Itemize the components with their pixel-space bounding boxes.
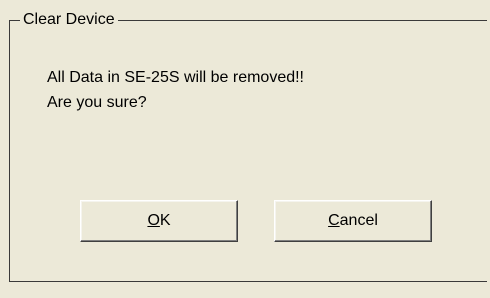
clear-device-dialog: Clear Device All Data in SE-25S will be … xyxy=(0,0,490,298)
ok-label-rest: K xyxy=(159,212,171,229)
confirm-question: Are you sure? xyxy=(47,94,147,111)
cancel-accelerator: C xyxy=(328,212,340,229)
clear-device-groupbox xyxy=(9,20,487,282)
groupbox-title: Clear Device xyxy=(20,11,118,29)
ok-accelerator: O xyxy=(147,212,160,229)
cancel-button[interactable]: Cancel xyxy=(274,200,432,242)
cancel-label-rest: ancel xyxy=(339,212,378,229)
warning-message: All Data in SE-25S will be removed!! xyxy=(47,69,304,86)
ok-button[interactable]: OK xyxy=(80,200,238,242)
